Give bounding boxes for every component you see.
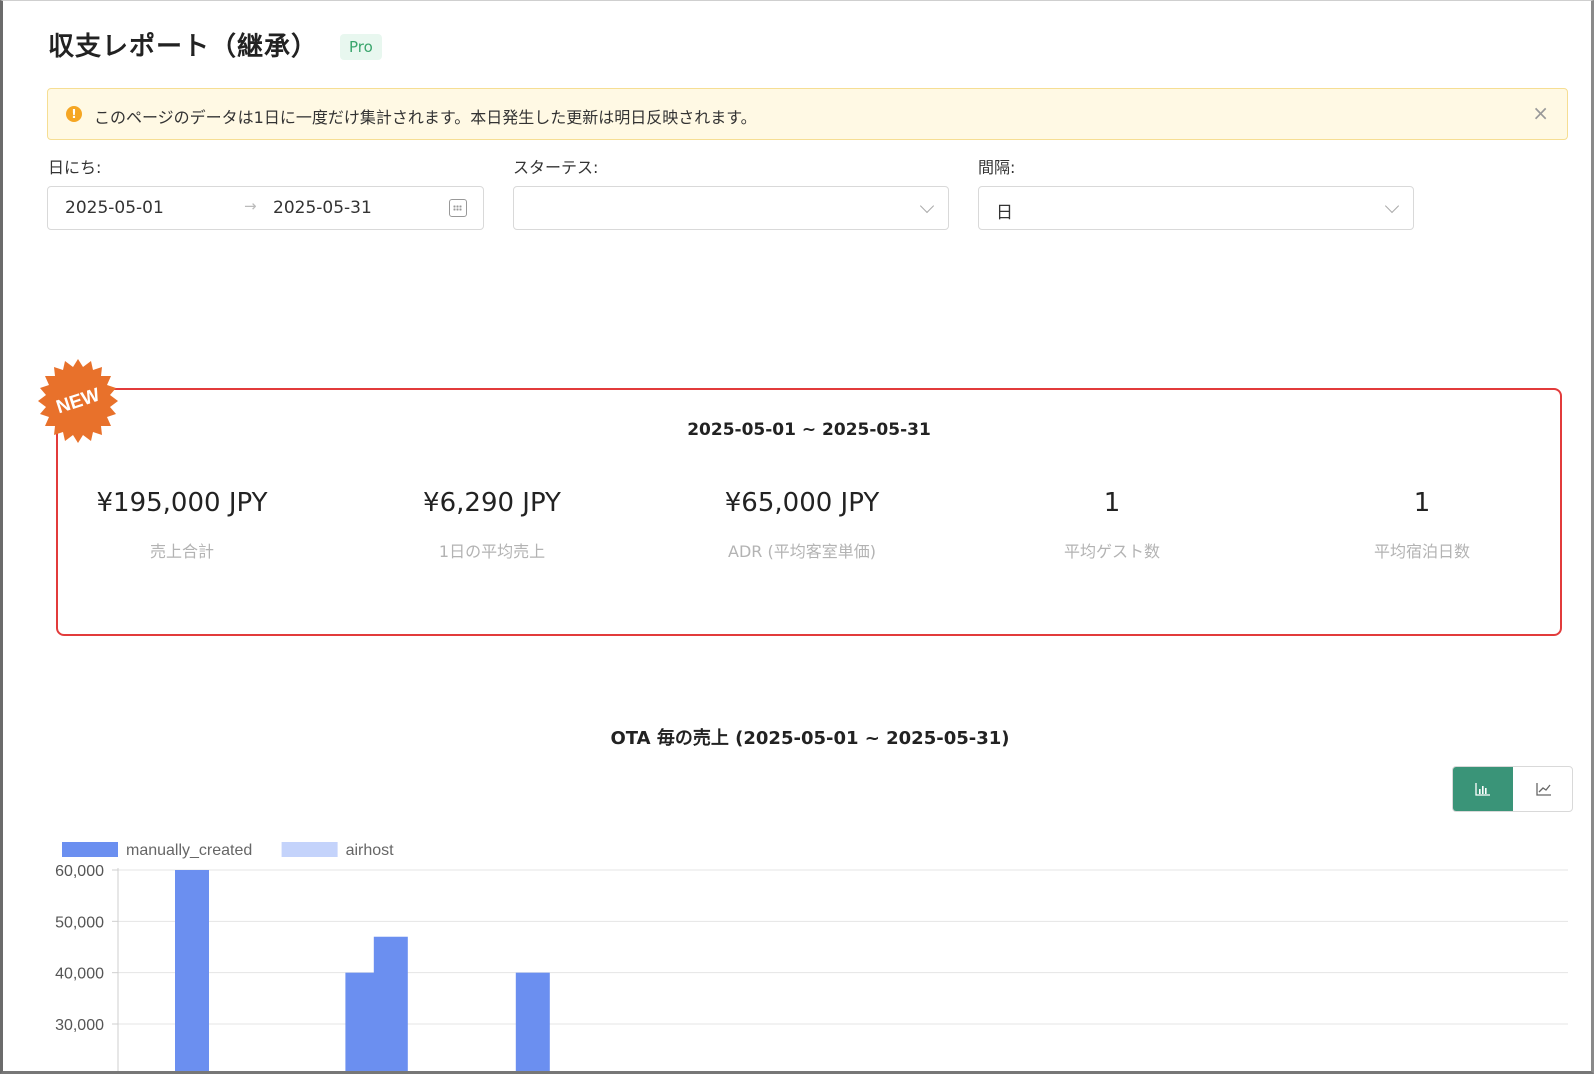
exclamation-icon: ! [66, 106, 82, 122]
stat-label: 1日の平均売上 [438, 542, 546, 561]
line-chart-icon [1536, 783, 1551, 796]
legend-swatch [281, 842, 338, 857]
stat-daily-average: ¥6,290 JPY 1日の平均売上 [342, 488, 642, 562]
legend-label: manually_created [126, 842, 252, 859]
legend-swatch [62, 842, 118, 857]
ota-sales-chart: manually_created airhost 60,000 50,000 40,00… [55, 842, 1568, 1074]
chart-type-toggle[interactable] [1452, 766, 1573, 812]
summary-range: 2025-05-01 ~ 2025-05-31 [687, 420, 931, 440]
status-select[interactable] [513, 186, 949, 230]
y-tick-label: 40,000 [55, 966, 104, 983]
chevron-down-icon [1384, 198, 1400, 214]
stat-value: 1 [1103, 488, 1121, 518]
page-title: 収支レポート（継承） [48, 32, 319, 62]
stat-label: 平均ゲスト数 [1063, 542, 1160, 561]
stat-label: ADR (平均客室単価) [728, 542, 876, 561]
stat-value: ¥195,000 JPY [96, 488, 268, 518]
info-alert: ! このページのデータは1日に一度だけ集計されます。本日発生した更新は明日反映さ… [47, 88, 1568, 140]
stat-value: ¥6,290 JPY [423, 488, 561, 518]
date-start-input[interactable]: 2025-05-01 [65, 198, 164, 218]
date-range-picker[interactable]: 2025-05-01 → 2025-05-31 [47, 186, 484, 230]
status-label: スターテス: [513, 158, 599, 177]
stat-adr: ¥65,000 JPY ADR (平均客室単価) [652, 488, 952, 562]
legend-label: airhost [346, 842, 395, 859]
bar [515, 972, 550, 1074]
bar [175, 870, 209, 1074]
pro-badge: Pro [340, 34, 382, 60]
bar-chart-icon [1475, 783, 1490, 796]
y-tick-label: 30,000 [55, 1017, 104, 1034]
y-tick-label: 50,000 [55, 914, 104, 931]
stat-label: 平均宿泊日数 [1373, 542, 1470, 561]
interval-select[interactable]: 日 [978, 186, 1414, 230]
interval-label: 間隔: [978, 158, 1016, 177]
date-label: 日にち: [48, 158, 102, 177]
stat-avg-nights: 1 平均宿泊日数 [1272, 488, 1572, 562]
chevron-down-icon [919, 198, 935, 214]
alert-text: このページのデータは1日に一度だけ集計されます。本日発生した更新は明日反映されま… [94, 108, 757, 127]
stat-avg-guests: 1 平均ゲスト数 [962, 488, 1262, 562]
summary-card: 2025-05-01 ~ 2025-05-31 ¥195,000 JPY 売上合… [56, 388, 1562, 636]
y-tick-label: 60,000 [55, 863, 104, 880]
arrow-right-icon: → [244, 197, 257, 215]
bar-chart-button[interactable] [1453, 767, 1513, 811]
calendar-icon[interactable] [449, 199, 467, 217]
close-icon[interactable]: × [1532, 101, 1549, 125]
interval-value: 日 [996, 203, 1013, 223]
stat-value: 1 [1413, 488, 1431, 518]
stat-label: 売上合計 [149, 542, 214, 561]
line-chart-button[interactable] [1514, 767, 1572, 811]
chart-title: OTA 毎の売上 (2025-05-01 ~ 2025-05-31) [610, 728, 1010, 749]
stat-value: ¥65,000 JPY [724, 488, 880, 518]
date-end-input[interactable]: 2025-05-31 [273, 198, 372, 218]
bar [373, 936, 408, 1074]
stat-total-sales: ¥195,000 JPY 売上合計 [32, 488, 332, 562]
new-badge: NEW [38, 359, 118, 443]
